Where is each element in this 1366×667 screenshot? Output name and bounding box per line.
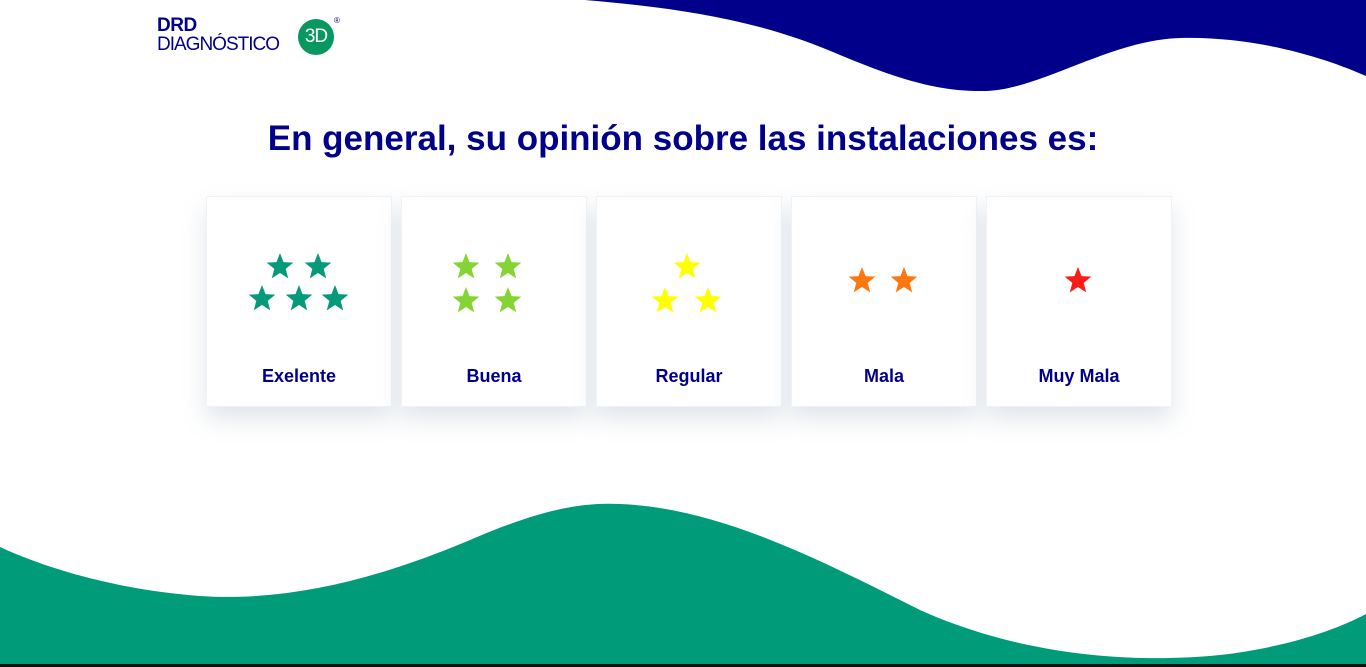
option-label: Mala <box>863 366 905 386</box>
option-card-mala[interactable]: Mala <box>791 196 977 407</box>
star-icon <box>266 253 294 279</box>
star-group-5 <box>248 253 349 311</box>
star-icon <box>890 267 918 293</box>
star-icon <box>694 287 722 313</box>
star-icon <box>1064 267 1092 293</box>
star-icon <box>452 253 480 279</box>
option-card-exelente[interactable]: Exelente <box>206 196 392 407</box>
option-card-regular[interactable]: Regular <box>596 196 782 407</box>
option-card-muy-mala[interactable]: Muy Mala <box>986 196 1172 407</box>
star-icon <box>494 287 522 313</box>
drd-logo: DRD DIAGNÓSTICO 3D ® <box>157 16 347 60</box>
star-icon <box>673 253 701 279</box>
option-card-buena[interactable]: Buena <box>401 196 587 407</box>
option-label: Buena <box>466 366 522 386</box>
rating-options: Exelente Buena Regular Mala Muy Mala <box>206 196 1172 407</box>
star-group-4 <box>452 253 522 313</box>
star-icon <box>848 267 876 293</box>
logo-registered-mark: ® <box>334 16 340 25</box>
logo-3d-badge: 3D <box>298 19 334 55</box>
star-icon <box>304 253 332 279</box>
logo-diagnostico-text: DIAGNÓSTICO <box>157 34 280 55</box>
logo-drd-text: DRD <box>157 15 197 36</box>
option-label: Exelente <box>261 366 337 386</box>
option-label: Regular <box>655 366 723 386</box>
survey-page: DRD DIAGNÓSTICO 3D ® En general, su opin… <box>0 0 1366 667</box>
bottom-wave-decoration <box>0 503 1366 667</box>
star-icon <box>285 285 313 311</box>
star-icon <box>651 287 679 313</box>
star-group-2 <box>848 267 918 293</box>
question-title: En general, su opinión sobre las instala… <box>267 119 1099 158</box>
star-icon <box>494 253 522 279</box>
option-label: Muy Mala <box>1038 366 1120 386</box>
star-icon <box>452 287 480 313</box>
star-group-3 <box>651 253 722 313</box>
star-group-1 <box>1064 267 1092 293</box>
star-icon <box>321 285 349 311</box>
star-icon <box>248 285 276 311</box>
